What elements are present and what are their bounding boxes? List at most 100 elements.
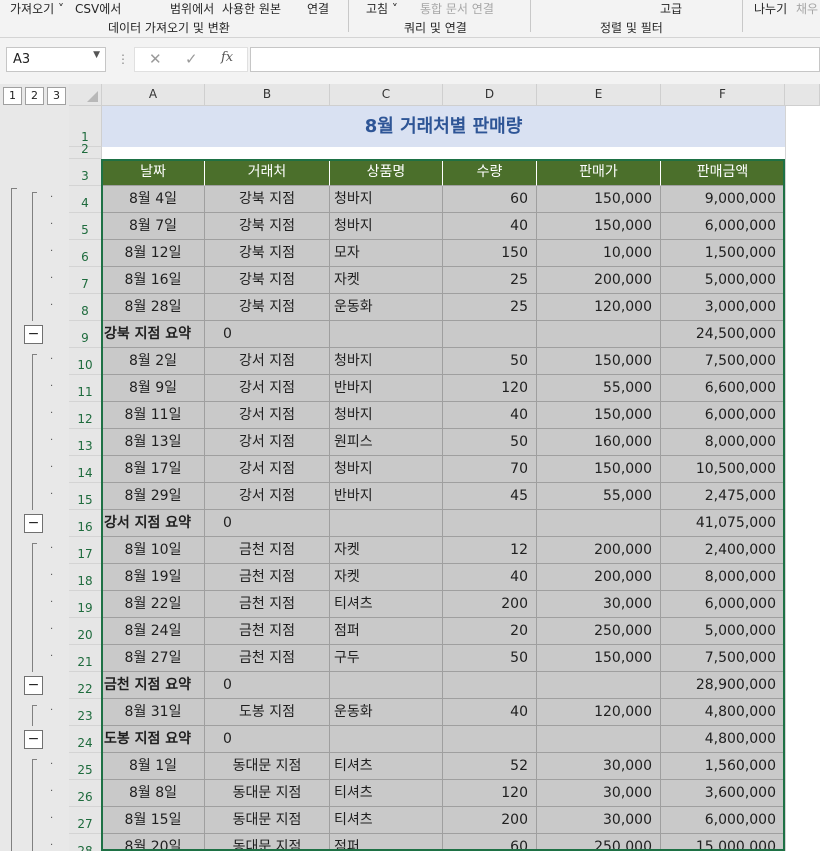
date-cell[interactable]: 8월 29일 [102,483,205,510]
product-cell[interactable]: 반바지 [330,483,443,510]
quantity-cell[interactable]: 50 [443,348,537,375]
product-cell[interactable]: 점퍼 [330,834,443,851]
ribbon-button[interactable]: 고급 [660,0,682,17]
quantity-cell[interactable]: 40 [443,213,537,240]
ribbon-button[interactable]: 범위에서 [170,0,214,17]
ribbon-button[interactable]: 채우 [796,0,818,17]
quantity-cell[interactable]: 20 [443,618,537,645]
date-cell[interactable]: 8월 1일 [102,753,205,780]
product-cell[interactable]: 점퍼 [330,618,443,645]
row-header[interactable]: 25 [69,753,102,780]
date-cell[interactable]: 8월 31일 [102,699,205,726]
price-cell[interactable]: 200,000 [537,537,661,564]
amount-cell[interactable]: 5,000,000 [661,618,785,645]
quantity-cell[interactable]: 150 [443,240,537,267]
summary-product-cell[interactable] [330,510,443,537]
price-cell[interactable]: 250,000 [537,834,661,851]
client-cell[interactable]: 동대문 지점 [205,807,330,834]
price-cell[interactable]: 30,000 [537,753,661,780]
product-cell[interactable]: 자켓 [330,537,443,564]
client-cell[interactable]: 강서 지점 [205,402,330,429]
date-cell[interactable]: 8월 10일 [102,537,205,564]
product-cell[interactable]: 티셔츠 [330,807,443,834]
quantity-cell[interactable]: 120 [443,375,537,402]
row-header[interactable]: 11 [69,375,102,402]
row-header[interactable]: 6 [69,240,102,267]
summary-quantity-cell[interactable] [443,672,537,699]
summary-amount-cell[interactable]: 41,075,000 [661,510,785,537]
date-cell[interactable]: 8월 17일 [102,456,205,483]
row-header[interactable]: 14 [69,456,102,483]
header-cell[interactable]: 판매가 [537,159,661,186]
price-cell[interactable]: 150,000 [537,213,661,240]
summary-amount-cell[interactable]: 24,500,000 [661,321,785,348]
date-cell[interactable]: 8월 15일 [102,807,205,834]
summary-date-cell[interactable]: 금천 지점 요약 [102,672,205,699]
client-cell[interactable]: 강북 지점 [205,240,330,267]
collapse-group-button[interactable]: − [24,676,43,695]
amount-cell[interactable]: 1,500,000 [661,240,785,267]
row-header[interactable]: 13 [69,429,102,456]
summary-amount-cell[interactable]: 28,900,000 [661,672,785,699]
empty-row[interactable] [102,147,820,159]
summary-client-cell[interactable]: 0 [205,726,330,753]
summary-date-cell[interactable]: 도봉 지점 요약 [102,726,205,753]
header-cell[interactable]: 날짜 [102,159,205,186]
amount-cell[interactable]: 7,500,000 [661,645,785,672]
price-cell[interactable]: 30,000 [537,591,661,618]
quantity-cell[interactable]: 25 [443,294,537,321]
summary-product-cell[interactable] [330,321,443,348]
date-cell[interactable]: 8월 22일 [102,591,205,618]
summary-price-cell[interactable] [537,672,661,699]
product-cell[interactable]: 티셔츠 [330,753,443,780]
column-header-a[interactable]: A [102,84,205,106]
client-cell[interactable]: 강북 지점 [205,294,330,321]
price-cell[interactable]: 200,000 [537,564,661,591]
row-header[interactable]: 10 [69,348,102,375]
chevron-down-icon[interactable]: ▼ [93,50,100,60]
quantity-cell[interactable]: 200 [443,807,537,834]
row-header[interactable]: 20 [69,618,102,645]
amount-cell[interactable]: 8,000,000 [661,564,785,591]
product-cell[interactable]: 자켓 [330,564,443,591]
amount-cell[interactable]: 6,000,000 [661,213,785,240]
outline-level-3-button[interactable]: 3 [47,87,66,105]
row-header[interactable]: 21 [69,645,102,672]
product-cell[interactable]: 청바지 [330,186,443,213]
price-cell[interactable]: 55,000 [537,483,661,510]
formula-input[interactable] [250,47,820,72]
client-cell[interactable]: 강서 지점 [205,429,330,456]
date-cell[interactable]: 8월 7일 [102,213,205,240]
price-cell[interactable]: 200,000 [537,267,661,294]
row-header[interactable]: 7 [69,267,102,294]
quantity-cell[interactable]: 50 [443,429,537,456]
date-cell[interactable]: 8월 27일 [102,645,205,672]
ribbon-button[interactable]: CSV에서 [75,0,121,17]
client-cell[interactable]: 강북 지점 [205,213,330,240]
collapse-group-button[interactable]: − [24,325,43,344]
insert-function-icon[interactable]: fx [221,50,233,65]
header-cell[interactable]: 거래처 [205,159,330,186]
summary-price-cell[interactable] [537,321,661,348]
product-cell[interactable]: 원피스 [330,429,443,456]
client-cell[interactable]: 금천 지점 [205,537,330,564]
price-cell[interactable]: 150,000 [537,645,661,672]
row-header[interactable]: 1 [69,106,102,147]
amount-cell[interactable]: 15,000,000 [661,834,785,851]
summary-client-cell[interactable]: 0 [205,510,330,537]
header-cell[interactable]: 상품명 [330,159,443,186]
amount-cell[interactable]: 1,560,000 [661,753,785,780]
more-options-icon[interactable]: ⋮ [117,52,129,66]
empty-column-area[interactable] [785,106,820,851]
summary-product-cell[interactable] [330,726,443,753]
enter-icon[interactable]: ✓ [185,50,198,68]
cancel-icon[interactable]: ✕ [149,50,162,68]
date-cell[interactable]: 8월 13일 [102,429,205,456]
price-cell[interactable]: 30,000 [537,807,661,834]
client-cell[interactable]: 강서 지점 [205,375,330,402]
row-header[interactable]: 19 [69,591,102,618]
price-cell[interactable]: 250,000 [537,618,661,645]
product-cell[interactable]: 구두 [330,645,443,672]
price-cell[interactable]: 150,000 [537,402,661,429]
row-header[interactable]: 15 [69,483,102,510]
